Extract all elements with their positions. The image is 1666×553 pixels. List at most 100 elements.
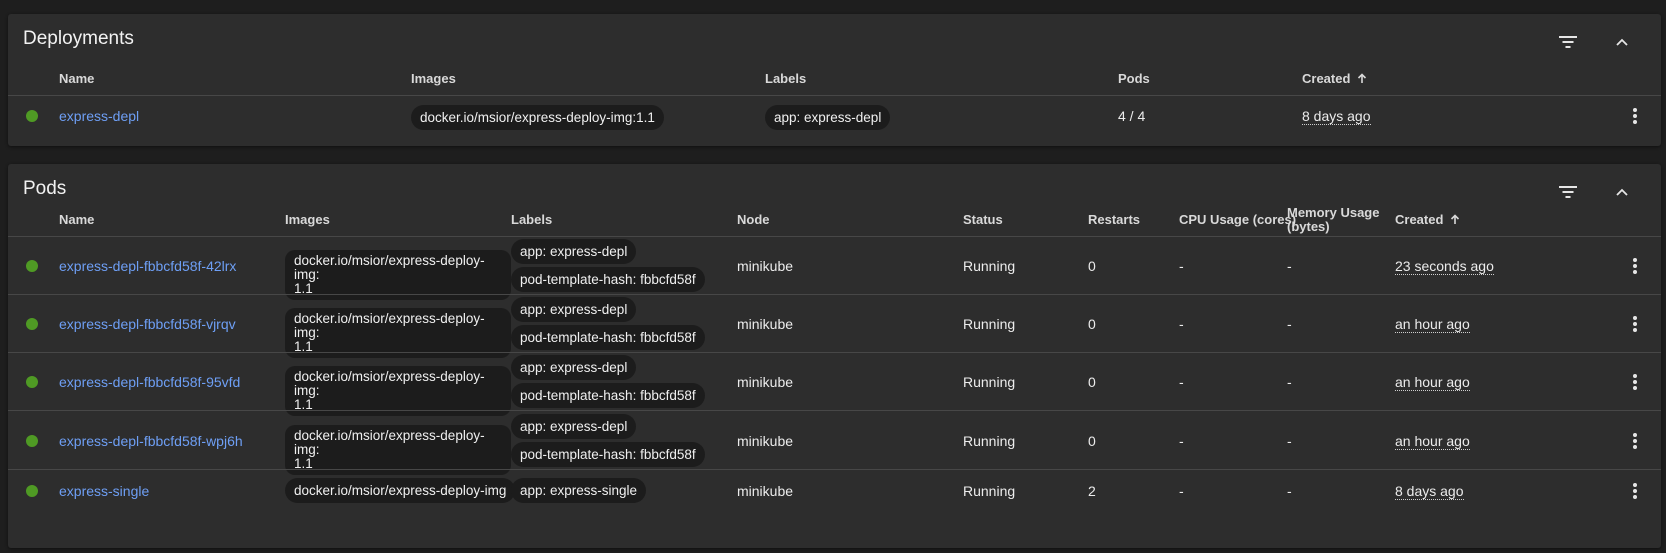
label-chip: app: express-depl (511, 297, 637, 322)
label-chip: app: express-depl (511, 239, 637, 264)
row-menu-button[interactable] (1625, 256, 1645, 276)
memory-value: - (1287, 483, 1292, 499)
memory-value: - (1287, 433, 1292, 449)
arrow-up-icon (1357, 73, 1367, 83)
deployments-card: Deployments Name Images Labels Pods Crea… (8, 14, 1661, 146)
col-node[interactable]: Node (737, 213, 770, 227)
chevron-up-icon (1616, 188, 1628, 196)
pod-name-link[interactable]: express-single (59, 483, 149, 499)
node-value: minikube (737, 483, 794, 499)
restarts-value: 2 (1088, 483, 1096, 499)
restarts-value: 0 (1088, 374, 1096, 390)
status-value: Running (963, 374, 1016, 390)
filter-icon (1559, 186, 1577, 198)
image-chip: docker.io/msior/express-deploy-img:1.1 (285, 250, 511, 300)
row-menu-button[interactable] (1625, 372, 1645, 392)
table-row: express-depl-fbbcfd58f-42lrx docker.io/m… (8, 237, 1661, 300)
col-labels[interactable]: Labels (511, 213, 552, 227)
image-chip: docker.io/msior/express-deploy-img:1.1 (285, 366, 511, 416)
pod-name-link[interactable]: express-depl-fbbcfd58f-wpj6h (59, 433, 243, 449)
col-memory[interactable]: Memory Usage (bytes) (1287, 206, 1387, 234)
status-dot (26, 110, 38, 122)
status-dot (26, 318, 38, 330)
table-row: express-depl docker.io/msior/express-dep… (8, 96, 1661, 136)
col-restarts[interactable]: Restarts (1088, 213, 1140, 227)
created-age[interactable]: 8 days ago (1395, 483, 1464, 500)
label-chip: pod-template-hash: fbbcfd58f (511, 325, 705, 350)
label-chip: pod-template-hash: fbbcfd58f (511, 442, 705, 467)
label-chip: app: express-depl (511, 414, 637, 439)
status-value: Running (963, 433, 1016, 449)
table-row: express-single docker.io/msior/express-d… (8, 470, 1661, 512)
table-row: express-depl-fbbcfd58f-95vfd docker.io/m… (8, 353, 1661, 416)
node-value: minikube (737, 374, 794, 390)
pod-name-link[interactable]: express-depl-fbbcfd58f-vjrqv (59, 316, 236, 332)
cpu-value: - (1179, 433, 1184, 449)
status-value: Running (963, 258, 1016, 274)
chevron-up-icon (1616, 38, 1628, 46)
deployments-filter-button[interactable] (1554, 28, 1582, 56)
pod-name-link[interactable]: express-depl-fbbcfd58f-42lrx (59, 258, 236, 274)
pods-count: 4 / 4 (1118, 108, 1146, 124)
created-age[interactable]: an hour ago (1395, 433, 1470, 450)
restarts-value: 0 (1088, 433, 1096, 449)
pod-name-link[interactable]: express-depl-fbbcfd58f-95vfd (59, 374, 240, 390)
col-pods[interactable]: Pods (1118, 72, 1150, 86)
image-chip: docker.io/msior/express-deploy-img:1.1 (285, 425, 511, 475)
row-menu-button[interactable] (1625, 106, 1645, 126)
created-age[interactable]: an hour ago (1395, 316, 1470, 333)
row-menu-button[interactable] (1625, 431, 1645, 451)
created-age[interactable]: an hour ago (1395, 374, 1470, 391)
label-chip: pod-template-hash: fbbcfd58f (511, 267, 705, 292)
cpu-value: - (1179, 258, 1184, 274)
arrow-up-icon (1450, 214, 1460, 224)
col-labels[interactable]: Labels (765, 72, 806, 86)
pods-filter-button[interactable] (1554, 178, 1582, 206)
node-value: minikube (737, 433, 794, 449)
status-dot (26, 376, 38, 388)
table-row: express-depl-fbbcfd58f-wpj6h docker.io/m… (8, 411, 1661, 475)
col-cpu[interactable]: CPU Usage (cores) (1179, 213, 1296, 227)
pods-title: Pods (23, 178, 67, 199)
label-chip: app: express-single (511, 478, 647, 503)
status-value: Running (963, 316, 1016, 332)
image-chip: docker.io/msior/express-deploy-img:1.1 (285, 308, 511, 358)
col-images[interactable]: Images (411, 72, 456, 86)
deployment-name-link[interactable]: express-depl (59, 108, 139, 124)
table-row: express-depl-fbbcfd58f-vjrqv docker.io/m… (8, 295, 1661, 358)
label-chip: pod-template-hash: fbbcfd58f (511, 383, 705, 408)
image-chip: docker.io/msior/express-deploy-img:1.1 (411, 105, 664, 130)
memory-value: - (1287, 316, 1292, 332)
pods-card: Pods Name Images Labels Node Status Rest… (8, 164, 1661, 548)
cpu-value: - (1179, 483, 1184, 499)
image-chip: docker.io/msior/express-deploy-img (285, 478, 516, 503)
node-value: minikube (737, 258, 794, 274)
created-age[interactable]: 23 seconds ago (1395, 258, 1494, 275)
col-created[interactable]: Created (1302, 72, 1367, 86)
memory-value: - (1287, 374, 1292, 390)
col-created-label: Created (1302, 71, 1351, 86)
deployments-collapse-button[interactable] (1608, 28, 1636, 56)
status-dot (26, 485, 38, 497)
status-value: Running (963, 483, 1016, 499)
label-chip: app: express-depl (511, 355, 637, 380)
row-menu-button[interactable] (1625, 481, 1645, 501)
pods-collapse-button[interactable] (1608, 178, 1636, 206)
label-chip: app: express-depl (765, 105, 891, 130)
col-created-label: Created (1395, 212, 1444, 227)
cpu-value: - (1179, 316, 1184, 332)
memory-value: - (1287, 258, 1292, 274)
row-menu-button[interactable] (1625, 314, 1645, 334)
filter-icon (1559, 36, 1577, 48)
cpu-value: - (1179, 374, 1184, 390)
restarts-value: 0 (1088, 316, 1096, 332)
col-created[interactable]: Created (1395, 213, 1460, 227)
col-name[interactable]: Name (59, 213, 94, 227)
restarts-value: 0 (1088, 258, 1096, 274)
node-value: minikube (737, 316, 794, 332)
status-dot (26, 260, 38, 272)
created-age[interactable]: 8 days ago (1302, 108, 1371, 125)
col-name[interactable]: Name (59, 72, 94, 86)
col-images[interactable]: Images (285, 213, 330, 227)
col-status[interactable]: Status (963, 213, 1003, 227)
